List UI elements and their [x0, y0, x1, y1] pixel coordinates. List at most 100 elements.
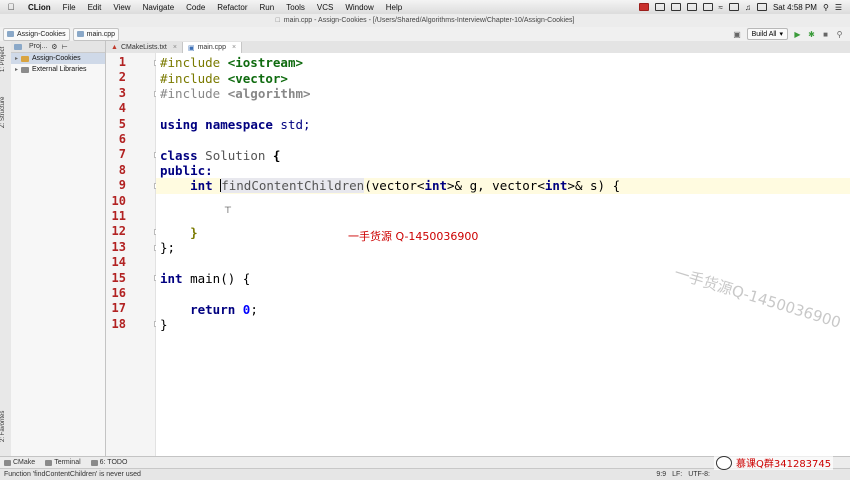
preprocessor-directive: #include — [160, 85, 228, 101]
class-name: Solution — [197, 147, 266, 163]
display-icon[interactable] — [728, 3, 739, 11]
code-text: { — [265, 147, 281, 163]
tray-app-icon[interactable] — [670, 3, 681, 11]
cmake-tool-button[interactable]: CMake — [4, 459, 35, 466]
code-line: #include <vector> — [160, 70, 288, 86]
cpp-file-icon: ▣ — [187, 44, 195, 52]
terminal-tool-button[interactable]: Terminal — [45, 459, 81, 466]
menu-edit[interactable]: Edit — [82, 3, 108, 12]
editor-gutter[interactable]: 1 2 3 4 5 6 7 8 9 10 11 12 13 14 15 16 1… — [106, 53, 169, 456]
settings-icon[interactable]: ⚙ — [51, 43, 57, 51]
preprocessor-directive: #include — [160, 55, 228, 71]
watermark-text: 一手货源 Q-1450036900 — [348, 230, 479, 243]
tree-item-external-libraries[interactable]: ▸ External Libraries — [11, 64, 105, 75]
close-icon[interactable]: × — [173, 44, 177, 51]
tab-main-cpp[interactable]: ▣ main.cpp × — [182, 42, 243, 53]
collapse-icon[interactable]: ⊢ — [62, 43, 68, 51]
tree-item-label: External Libraries — [32, 66, 87, 73]
line-number: 9 — [118, 178, 126, 193]
code-line-current: int findContentChildren (vector< int >& g, … — [156, 178, 850, 194]
tray-app-icon[interactable] — [702, 3, 713, 11]
volume-icon[interactable]: ♫ — [745, 3, 751, 12]
wifi-icon[interactable]: ≈ — [719, 3, 723, 12]
run-icon[interactable]: ▶ — [793, 30, 802, 39]
code-text: >& g, vector< — [447, 178, 545, 194]
menu-run[interactable]: Run — [254, 3, 281, 12]
menu-navigate[interactable]: Navigate — [137, 3, 181, 12]
stop-icon[interactable]: ■ — [821, 30, 830, 39]
favorites-tool-tab[interactable]: 2: Favorites — [0, 406, 11, 446]
line-number: 12 — [111, 224, 126, 239]
debug-icon[interactable]: ✱ — [807, 30, 816, 39]
cmake-icon — [4, 459, 11, 466]
include-header: <iostream> — [227, 55, 303, 71]
file-encoding[interactable]: UTF-8: — [688, 471, 710, 478]
code-text: } — [160, 316, 168, 332]
type-keyword: int — [424, 178, 448, 194]
menu-view[interactable]: View — [107, 3, 136, 12]
tray-app-icon[interactable] — [686, 3, 697, 11]
search-everywhere-icon[interactable]: ⚲ — [835, 30, 844, 39]
keyword: using — [160, 116, 198, 132]
tree-item-assign-cookies[interactable]: ▸ Assign-Cookies — [11, 53, 105, 64]
line-number: 4 — [118, 101, 126, 116]
code-line: }; — [160, 240, 175, 255]
code-text: }; — [160, 239, 176, 255]
menu-file[interactable]: File — [57, 3, 82, 12]
run-config-label: Build All — [751, 30, 777, 38]
menu-help[interactable]: Help — [380, 3, 408, 12]
list-icon[interactable]: ☰ — [835, 3, 842, 12]
breadcrumb-project[interactable]: Assign-Cookies — [3, 27, 70, 41]
code-text: (vector< — [364, 178, 425, 194]
line-number: 18 — [111, 316, 126, 331]
type-keyword: int — [190, 178, 213, 194]
code-text: ; — [250, 301, 258, 317]
build-config-icon[interactable]: ▣ — [733, 30, 742, 39]
tray-app-icon[interactable] — [654, 3, 665, 11]
tab-cmakelists[interactable]: ▲ CMakeLists.txt × — [106, 42, 183, 53]
caret-position[interactable]: 9:9 — [656, 471, 666, 478]
close-icon[interactable]: × — [232, 44, 236, 51]
clock-text[interactable]: Sat 4:58 PM — [773, 3, 817, 12]
cmake-file-icon: ▲ — [111, 44, 118, 51]
file-icon: □ — [275, 17, 280, 24]
tab-label: main.cpp — [197, 44, 226, 51]
project-pane: Proj... ⚙ ⊢ ▸ Assign-Cookies ▸ External … — [11, 41, 106, 456]
search-icon[interactable]: ⚲ — [823, 3, 829, 12]
menu-code[interactable]: Code — [180, 3, 211, 12]
preprocessor-directive: #include — [160, 70, 228, 86]
code-text: main() { — [182, 270, 251, 286]
menu-app-name[interactable]: CLion — [22, 3, 57, 12]
breadcrumb-file[interactable]: main.cpp — [72, 27, 120, 41]
run-config-select[interactable]: Build All ▾ — [746, 28, 788, 40]
folder-icon — [21, 55, 29, 62]
line-separator[interactable]: LF: — [672, 471, 682, 478]
code-editor[interactable]: #include <iostream> #include <vector> #i… — [156, 53, 850, 456]
toolbar-actions: ▣ Build All ▾ ▶ ✱ ■ ⚲ — [733, 28, 850, 40]
line-number: 17 — [111, 301, 126, 316]
menu-window[interactable]: Window — [339, 3, 379, 12]
code-line: } — [160, 224, 198, 240]
line-number: 3 — [118, 85, 126, 100]
type-keyword: int — [160, 270, 183, 286]
type-keyword: int — [544, 178, 568, 194]
todo-tool-button[interactable]: 6: TODO — [90, 459, 127, 466]
code-line: using namespace std; — [160, 117, 311, 132]
tool-label: CMake — [13, 459, 36, 466]
project-tool-tab[interactable]: 1: Project — [0, 43, 11, 75]
tree-item-label: Assign-Cookies — [32, 55, 81, 62]
menu-refactor[interactable]: Refactor — [211, 3, 253, 12]
logo-watermark: 慕课Q群341283745 — [714, 455, 834, 470]
code-line: return 0; — [160, 301, 258, 317]
project-pane-title[interactable]: Proj... — [29, 43, 47, 50]
record-icon[interactable] — [638, 3, 649, 11]
library-icon — [21, 66, 29, 73]
menu-vcs[interactable]: VCS — [311, 3, 339, 12]
structure-tool-tab[interactable]: Z: Structure — [0, 91, 11, 133]
apple-icon[interactable]:  — [0, 2, 22, 12]
menu-tools[interactable]: Tools — [280, 3, 311, 12]
battery-icon[interactable] — [756, 3, 767, 11]
number-literal: 0 — [242, 301, 251, 317]
line-number: 10 — [111, 193, 126, 208]
